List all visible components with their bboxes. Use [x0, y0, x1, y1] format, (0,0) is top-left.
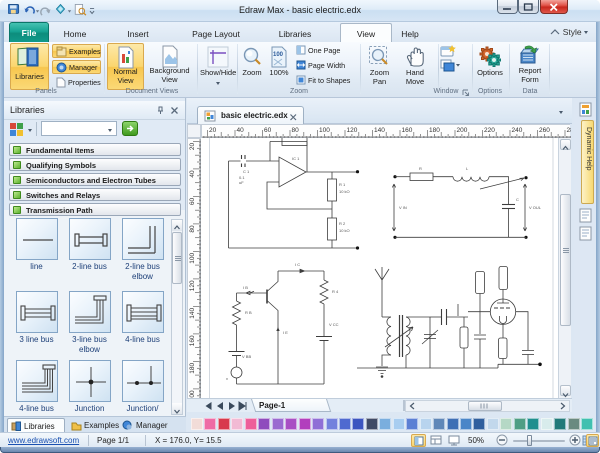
- svg-text:80: 80: [189, 225, 196, 233]
- svg-text:L: L: [466, 166, 469, 171]
- svg-text:240: 240: [512, 127, 523, 134]
- svg-text:180: 180: [429, 127, 440, 134]
- svg-text:200: 200: [457, 127, 468, 134]
- svg-text:220: 220: [484, 127, 495, 134]
- svg-text:10 kO: 10 kO: [339, 228, 350, 233]
- svg-text:100: 100: [273, 52, 284, 58]
- svg-text:v: v: [226, 376, 228, 381]
- svg-text:V IN: V IN: [399, 205, 407, 210]
- svg-text:20: 20: [189, 143, 196, 151]
- svg-text:60: 60: [189, 198, 196, 206]
- svg-text:120: 120: [347, 127, 358, 134]
- svg-text:160: 160: [402, 127, 413, 134]
- svg-text:100: 100: [189, 253, 196, 264]
- svg-text:180: 180: [189, 363, 196, 374]
- svg-text:140: 140: [374, 127, 385, 134]
- svg-text:40: 40: [237, 127, 245, 134]
- svg-text:120: 120: [189, 280, 196, 291]
- svg-text:80: 80: [292, 127, 300, 134]
- svg-text:IC 1: IC 1: [292, 156, 300, 161]
- svg-text:C 1: C 1: [243, 169, 250, 174]
- svg-text:R 1: R 1: [339, 182, 346, 187]
- svg-text:V OUL: V OUL: [529, 205, 542, 210]
- svg-text:V BB: V BB: [242, 354, 251, 359]
- svg-text:160: 160: [189, 335, 196, 346]
- svg-text:20: 20: [209, 127, 217, 134]
- svg-text:60: 60: [264, 127, 272, 134]
- svg-text:R B: R B: [245, 310, 252, 315]
- svg-text:R: R: [419, 166, 422, 171]
- svg-text:C: C: [516, 197, 519, 202]
- svg-text:uF: uF: [239, 180, 244, 185]
- svg-text:100: 100: [319, 127, 330, 134]
- svg-text:140: 140: [189, 308, 196, 319]
- svg-text:V CC: V CC: [329, 322, 339, 327]
- svg-text:R 2: R 2: [339, 221, 346, 226]
- svg-text:I C: I C: [295, 262, 300, 267]
- svg-text:260: 260: [539, 127, 550, 134]
- svg-text:I B: I B: [243, 285, 248, 290]
- svg-text:40: 40: [189, 170, 196, 178]
- svg-text:R 4: R 4: [332, 289, 339, 294]
- svg-text:I E: I E: [283, 330, 288, 335]
- svg-text:280: 280: [567, 127, 572, 134]
- svg-text:10 kO: 10 kO: [339, 189, 350, 194]
